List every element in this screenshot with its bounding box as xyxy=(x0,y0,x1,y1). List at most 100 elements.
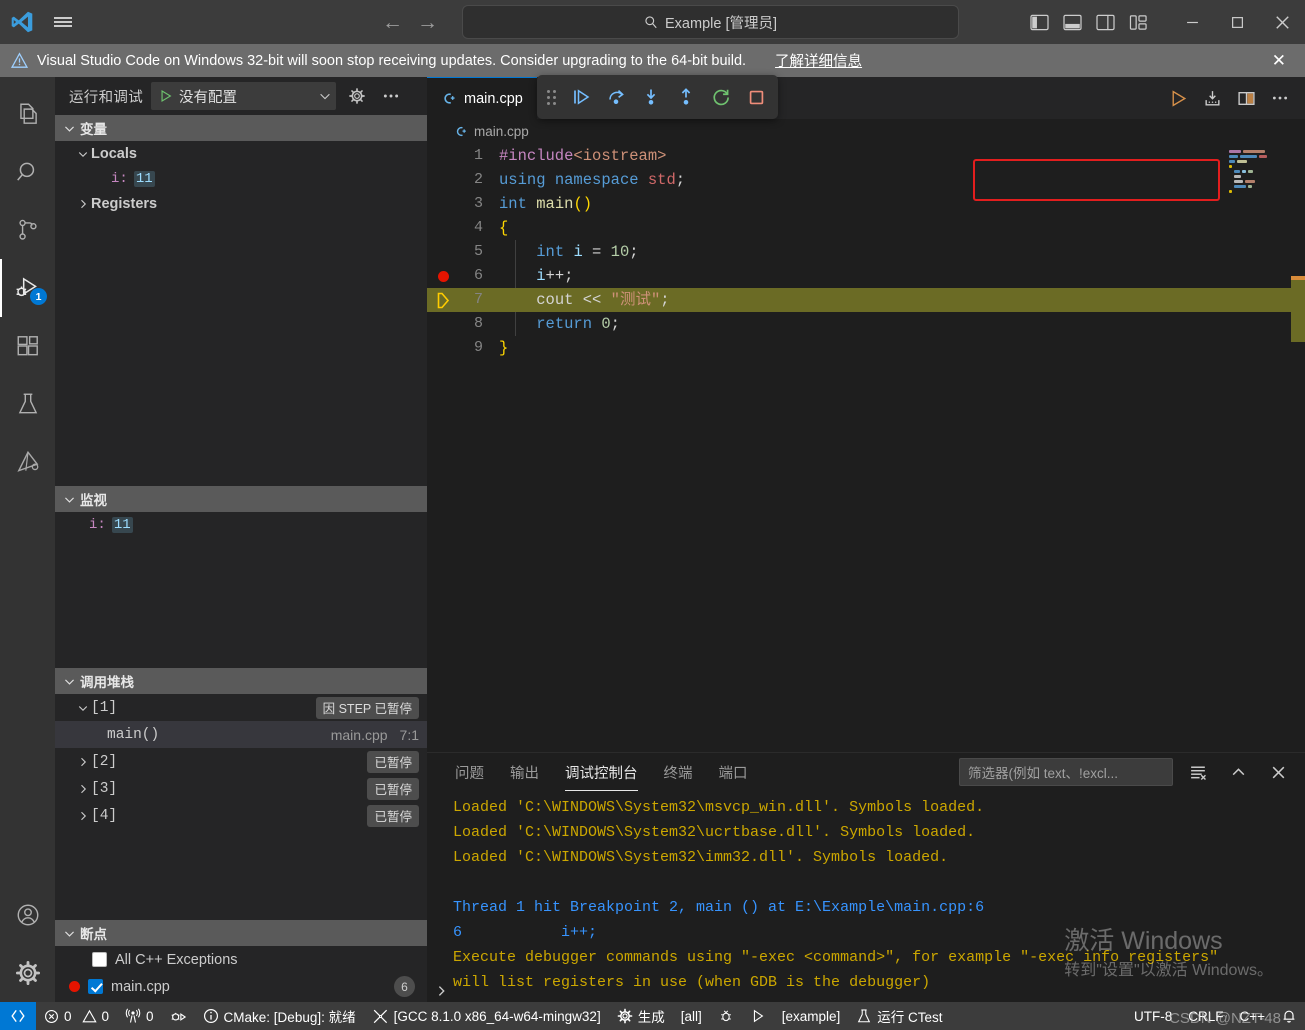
toggle-primary-sidebar-icon[interactable] xyxy=(1030,14,1049,31)
activitybar-item-accounts[interactable] xyxy=(0,886,55,944)
status-radio-tower[interactable]: 0 xyxy=(117,1002,162,1030)
command-center-search[interactable]: Example [管理员] xyxy=(462,5,959,39)
callstack-frame-main[interactable]: main() main.cpp 7:1 xyxy=(55,721,427,748)
back-arrow-icon[interactable]: ← xyxy=(382,12,403,33)
forward-arrow-icon[interactable]: → xyxy=(417,12,438,33)
code-editor[interactable]: 1 #include<iostream> 2 using namespace s… xyxy=(427,144,1305,752)
close-panel-button[interactable] xyxy=(1263,757,1293,787)
files-icon xyxy=(19,103,37,124)
status-build[interactable]: 生成 xyxy=(609,1002,673,1030)
activitybar-item-source-control[interactable] xyxy=(0,201,55,259)
sidebar-more-actions-button[interactable] xyxy=(378,82,404,110)
activitybar-item-extensions[interactable] xyxy=(0,317,55,375)
status-notifications[interactable] xyxy=(1273,1002,1305,1030)
breakpoint-glyph-icon[interactable] xyxy=(437,270,449,282)
breakpoint-checkbox[interactable] xyxy=(88,979,103,994)
status-encoding[interactable]: UTF-8 xyxy=(1126,1002,1180,1030)
chevron-down-icon xyxy=(75,148,91,160)
panel-tab-debug-console[interactable]: 调试控制台 xyxy=(565,753,638,791)
split-editor-button[interactable] xyxy=(1231,83,1261,113)
debug-c-cpp-file-button[interactable] xyxy=(1197,83,1227,113)
status-kit[interactable]: [GCC 8.1.0 x86_64-w64-mingw32] xyxy=(364,1002,609,1030)
open-launch-json-button[interactable] xyxy=(344,82,370,110)
watch-expression-row[interactable]: i: 11 xyxy=(55,512,427,537)
title-bar-right xyxy=(1030,0,1305,44)
activitybar-item-search[interactable] xyxy=(0,143,55,201)
variables-scope-locals[interactable]: Locals xyxy=(55,141,427,166)
callstack-thread-1[interactable]: [1] 因 STEP 已暂停 xyxy=(55,694,427,721)
code-token: ; xyxy=(660,291,670,309)
run-button[interactable] xyxy=(1163,83,1193,113)
status-cmake[interactable]: CMake: [Debug]: 就绪 xyxy=(195,1002,364,1030)
debug-step-out-button[interactable] xyxy=(670,81,702,113)
breakpoint-checkbox[interactable] xyxy=(92,952,107,967)
customize-layout-icon[interactable] xyxy=(1129,14,1148,31)
close-window-button[interactable] xyxy=(1260,0,1305,44)
activitybar-item-explorer[interactable] xyxy=(0,85,55,143)
editor-scrollbar[interactable] xyxy=(1291,144,1305,752)
sidebar-header: 运行和调试 没有配置 xyxy=(55,77,427,115)
frame-position: 7:1 xyxy=(399,726,419,743)
glyph-margin[interactable] xyxy=(427,292,459,309)
maximize-button[interactable] xyxy=(1215,0,1260,44)
notification-learn-more-link[interactable]: 了解详细信息 xyxy=(775,50,862,71)
watch-section-header[interactable]: 监视 xyxy=(55,486,427,512)
variables-scope-registers[interactable]: Registers xyxy=(55,191,427,216)
callstack-thread-4[interactable]: [4] 已暂停 xyxy=(55,802,427,829)
callstack-section-header[interactable]: 调用堆栈 xyxy=(55,668,427,694)
status-problems[interactable]: 0 0 xyxy=(36,1002,117,1030)
variable-row-i[interactable]: i: 11 xyxy=(55,166,427,191)
status-remote-button[interactable] xyxy=(0,1002,36,1030)
callstack-thread-3[interactable]: [3] 已暂停 xyxy=(55,775,427,802)
callstack-thread-2[interactable]: [2] 已暂停 xyxy=(55,748,427,775)
notification-bar: Visual Studio Code on Windows 32-bit wil… xyxy=(0,44,1305,77)
status-build-target[interactable]: [all] xyxy=(673,1002,710,1030)
toggle-secondary-sidebar-icon[interactable] xyxy=(1096,14,1115,31)
panel-tab-ports[interactable]: 端口 xyxy=(719,753,748,791)
activitybar-item-testing[interactable] xyxy=(0,375,55,433)
debug-console-filter-input[interactable]: 筛选器(例如 text、!excl... xyxy=(959,758,1173,786)
status-launch-run[interactable] xyxy=(742,1002,774,1030)
status-debug-target[interactable] xyxy=(710,1002,742,1030)
code-token: <iostream> xyxy=(573,147,667,165)
debug-console-output[interactable]: Loaded 'C:\WINDOWS\System32\msvcp_win.dl… xyxy=(427,791,1305,1002)
debug-step-over-button[interactable] xyxy=(600,81,632,113)
status-eol[interactable]: CRLF xyxy=(1180,1002,1231,1030)
breadcrumb[interactable]: main.cpp xyxy=(427,119,1305,144)
status-debug-alt[interactable] xyxy=(162,1002,195,1030)
debug-stop-button[interactable] xyxy=(740,81,772,113)
grip-icon[interactable] xyxy=(543,85,559,109)
breakpoint-row-all-cpp-exceptions[interactable]: All C++ Exceptions xyxy=(55,946,427,973)
breakpoint-row-main-cpp[interactable]: main.cpp 6 xyxy=(55,973,427,1000)
editor-more-actions-button[interactable] xyxy=(1265,83,1295,113)
glyph-margin[interactable] xyxy=(427,270,459,282)
variables-section-header[interactable]: 变量 xyxy=(55,115,427,141)
toggle-panel-icon[interactable] xyxy=(1063,14,1082,31)
minimize-button[interactable] xyxy=(1170,0,1215,44)
collapse-panel-button[interactable] xyxy=(1223,757,1253,787)
status-language-mode[interactable]: C++ xyxy=(1231,1002,1273,1030)
activitybar-item-cmake[interactable] xyxy=(0,433,55,491)
activitybar-item-run-and-debug[interactable]: 1 xyxy=(0,259,55,317)
watch-list: i: 11 xyxy=(55,512,427,537)
activitybar-item-settings[interactable] xyxy=(0,944,55,1002)
code-token: #include xyxy=(499,147,574,165)
panel-tab-output[interactable]: 输出 xyxy=(510,753,539,791)
debug-restart-button[interactable] xyxy=(705,81,737,113)
panel-tab-terminal[interactable]: 终端 xyxy=(664,753,693,791)
panel-tab-problems[interactable]: 问题 xyxy=(455,753,484,791)
status-ctest[interactable]: 运行 CTest xyxy=(848,1002,950,1030)
notification-close-button[interactable]: ✕ xyxy=(1272,51,1294,71)
editor-tab-main-cpp[interactable]: main.cpp xyxy=(427,77,537,119)
code-token: return xyxy=(536,315,593,333)
clear-console-button[interactable] xyxy=(1183,757,1213,787)
status-launch-target[interactable]: [example] xyxy=(774,1002,849,1030)
menu-hamburger-button[interactable] xyxy=(44,0,82,44)
breakpoints-section-header[interactable]: 断点 xyxy=(55,920,427,946)
editor-minimap[interactable] xyxy=(1229,150,1291,193)
debug-step-into-button[interactable] xyxy=(635,81,667,113)
debug-configuration-select[interactable]: 没有配置 xyxy=(151,82,336,110)
debug-continue-button[interactable] xyxy=(565,81,597,113)
console-input-prompt-icon[interactable] xyxy=(435,984,449,998)
